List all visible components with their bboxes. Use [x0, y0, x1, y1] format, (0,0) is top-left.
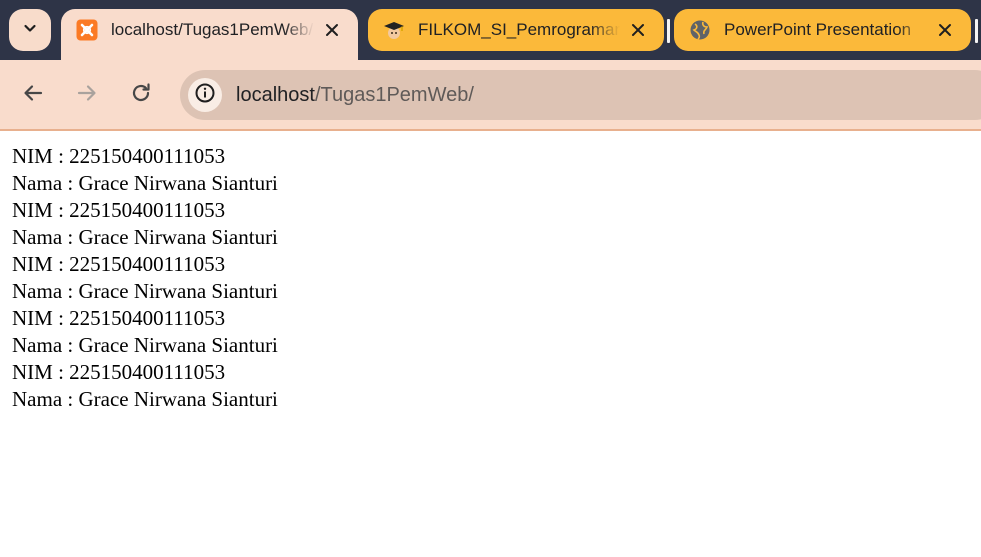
nim-line: NIM : 225150400111053 — [12, 144, 226, 168]
reload-icon — [130, 82, 152, 109]
tab-title: localhost/Tugas1PemWeb/ — [111, 20, 314, 39]
tab-separator — [975, 19, 978, 43]
nama-line: Nama : Grace Nirwana Sianturi — [12, 225, 278, 249]
tab-localhost[interactable]: localhost/Tugas1PemWeb/ — [61, 9, 358, 60]
close-icon[interactable] — [320, 18, 344, 42]
globe-icon — [688, 18, 712, 42]
reload-button[interactable] — [123, 77, 159, 113]
nim-line: NIM : 225150400111053 — [12, 306, 226, 330]
address-bar[interactable]: localhost/Tugas1PemWeb/ — [180, 70, 981, 120]
tab-title: PowerPoint Presentation — [724, 20, 912, 39]
forward-button[interactable] — [69, 77, 105, 113]
url-path: /Tugas1PemWeb/ — [314, 83, 474, 106]
info-icon — [194, 82, 216, 109]
nim-line: NIM : 225150400111053 — [12, 198, 226, 222]
tab-powerpoint[interactable]: PowerPoint Presentation — [674, 9, 971, 51]
nama-line: Nama : Grace Nirwana Sianturi — [12, 387, 278, 411]
url-text[interactable]: localhost/Tugas1PemWeb/ — [236, 84, 474, 107]
xampp-icon — [75, 18, 99, 42]
nama-line: Nama : Grace Nirwana Sianturi — [12, 279, 278, 303]
browser-toolbar: localhost/Tugas1PemWeb/ — [0, 60, 981, 131]
nama-line: Nama : Grace Nirwana Sianturi — [12, 171, 278, 195]
chevron-down-icon — [22, 20, 38, 41]
arrow-left-icon — [22, 82, 44, 109]
nama-line: Nama : Grace Nirwana Sianturi — [12, 333, 278, 357]
page-content: NIM : 225150400111053 Nama : Grace Nirwa… — [12, 143, 278, 413]
tab-strip: localhost/Tugas1PemWeb/ FILKOM_SI_Pemrog… — [0, 0, 981, 60]
nim-line: NIM : 225150400111053 — [12, 252, 226, 276]
nim-line: NIM : 225150400111053 — [12, 360, 226, 384]
graduation-cap-icon — [382, 18, 406, 42]
tab-title: FILKOM_SI_Pemrograman — [418, 20, 620, 39]
close-icon[interactable] — [626, 18, 650, 42]
arrow-right-icon — [76, 82, 98, 109]
url-host: localhost — [236, 83, 315, 106]
tab-filkom[interactable]: FILKOM_SI_Pemrograman — [368, 9, 664, 51]
tab-separator — [667, 19, 670, 43]
close-icon[interactable] — [933, 18, 957, 42]
site-info-button[interactable] — [188, 78, 222, 112]
tab-search-button[interactable] — [9, 9, 51, 51]
back-button[interactable] — [15, 77, 51, 113]
